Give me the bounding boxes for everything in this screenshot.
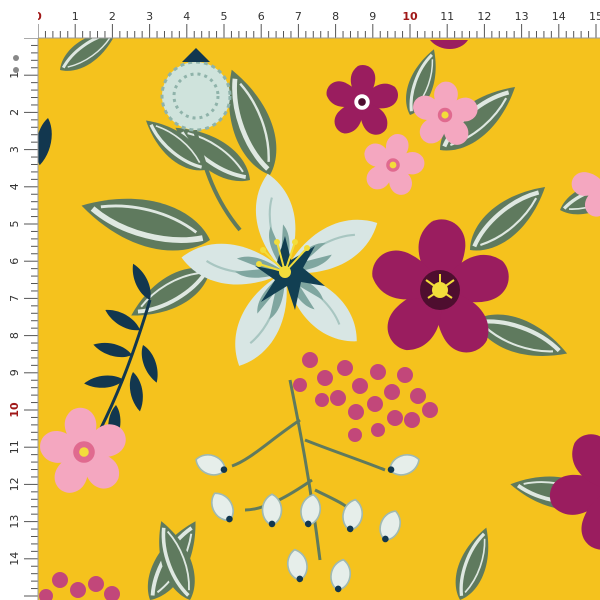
ruler-label: 15: [589, 10, 600, 23]
ruler-label: 3: [8, 146, 21, 153]
ruler-corner: [0, 0, 38, 38]
ruler-label: 14: [552, 10, 566, 23]
ruler-label: 8: [8, 332, 21, 339]
ruler-label: 11: [440, 10, 454, 23]
ruler-label: 1: [8, 72, 21, 79]
ruler-label: 2: [8, 109, 21, 116]
top-ruler: 0123456789101112131415: [0, 0, 600, 39]
ruler-label: 13: [515, 10, 529, 23]
ruler-label: 4: [8, 183, 21, 190]
ruler-label: 12: [8, 477, 21, 491]
ruler-label: 14: [8, 552, 21, 566]
ruler-label: 1: [72, 10, 79, 23]
ruler-label: 5: [8, 221, 21, 228]
ruler-label: 4: [183, 10, 190, 23]
ruler-label: 7: [8, 295, 21, 302]
fabric-swatch: 0123456789101112131415 12345678910111213…: [0, 0, 600, 600]
ruler-label: 7: [295, 10, 302, 23]
ruler-label: 5: [221, 10, 228, 23]
ruler-label: 9: [8, 369, 21, 376]
ruler-label: 8: [332, 10, 339, 23]
ruler-label: 3: [146, 10, 153, 23]
floral-print: 0123456789101112131415 12345678910111213…: [0, 0, 600, 600]
ruler-label: 10: [8, 402, 21, 418]
ruler-label: 13: [8, 515, 21, 529]
ruler-label: 10: [402, 10, 418, 23]
ruler-label: 6: [8, 258, 21, 265]
ruler-label: 11: [8, 440, 21, 454]
left-ruler: 1234567891011121314: [0, 0, 39, 600]
ruler-label: 6: [258, 10, 265, 23]
ruler-label: 12: [477, 10, 491, 23]
ruler-label: 2: [109, 10, 116, 23]
ruler-label: 9: [369, 10, 376, 23]
